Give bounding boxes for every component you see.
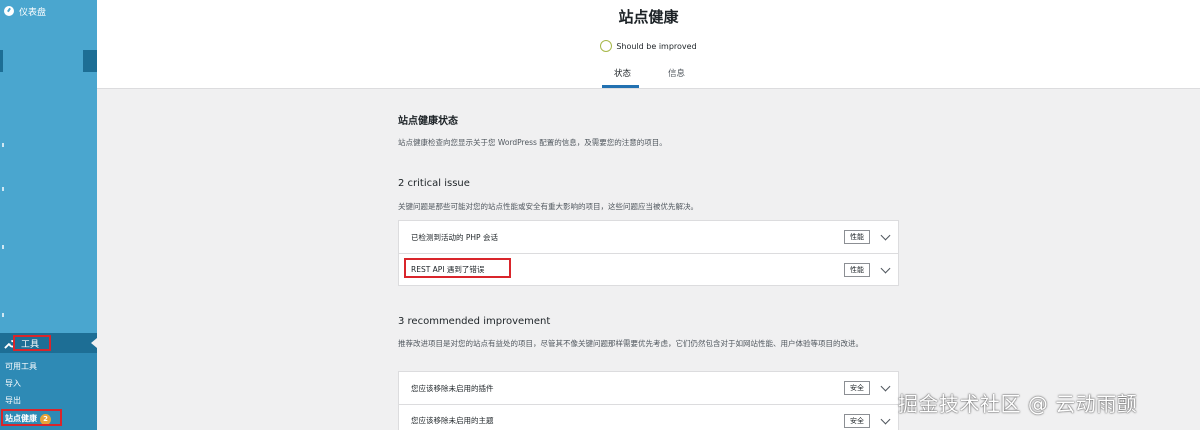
sidebar-collapsed-mark — [2, 245, 4, 249]
improvement-row-themes[interactable]: 您应该移除未启用的主题 安全 — [399, 404, 898, 430]
submenu-item-export[interactable]: 导出 — [5, 395, 21, 406]
submenu-item-available-tools[interactable]: 可用工具 — [5, 361, 37, 372]
chevron-down-icon[interactable] — [880, 230, 891, 241]
critical-issues-description: 关键问题是那些可能对您的站点性能或安全有重大影响的项目，这些问题应当被优先解决。 — [398, 202, 698, 211]
page-title: 站点健康 — [618, 8, 679, 26]
sidebar-collapsed-mark — [2, 187, 4, 191]
chevron-down-icon[interactable] — [880, 263, 891, 274]
recommended-list: 您应该移除未启用的插件 安全 您应该移除未启用的主题 安全 — [398, 371, 899, 430]
site-health-header: 站点健康 Should be improved 状态 信息 — [97, 0, 1200, 89]
recommended-description: 推荐改进项目是对您的站点有益处的项目，尽管其不像关键问题那样需要优先考虑，它们仍… — [398, 339, 863, 348]
admin-sidebar: 仪表盘 工具 可用工具 导入 导出 站点健康 2 — [0, 0, 97, 430]
sidebar-collapsed-mark — [2, 313, 4, 317]
highlight-box-tools — [13, 335, 51, 351]
issue-tag: 性能 — [844, 230, 870, 244]
sidebar-collapsed-mark — [2, 143, 4, 147]
sidebar-highlight-block — [83, 50, 97, 72]
recommended-title: 3 recommended improvement — [398, 316, 551, 327]
status-text: Should be improved — [616, 41, 697, 51]
improvement-label: 您应该移除未启用的插件 — [411, 383, 494, 393]
critical-issues-title: 2 critical issue — [398, 178, 470, 189]
improvement-row-plugins[interactable]: 您应该移除未启用的插件 安全 — [399, 372, 898, 404]
improvement-tag: 安全 — [844, 381, 870, 395]
section-description: 站点健康检查向您显示关于您 WordPress 配置的信息，及需要您的注意的项目… — [398, 138, 667, 147]
chevron-down-icon[interactable] — [880, 381, 891, 392]
tab-status[interactable]: 状态 — [614, 67, 631, 79]
highlight-box-site-health — [1, 409, 62, 426]
chevron-down-icon[interactable] — [880, 414, 891, 425]
issue-row-php-session[interactable]: 已检测到活动的 PHP 会话 性能 — [399, 221, 898, 253]
sidebar-item-label: 仪表盘 — [19, 7, 47, 18]
status-circle-icon — [600, 40, 613, 52]
active-arrow-icon — [91, 338, 97, 348]
tab-info[interactable]: 信息 — [668, 67, 685, 79]
section-title: 站点健康状态 — [398, 116, 458, 127]
active-tab-indicator — [602, 85, 639, 88]
improvement-label: 您应该移除未启用的主题 — [411, 416, 494, 425]
sidebar-item-dashboard[interactable]: 仪表盘 — [0, 0, 97, 22]
sidebar-highlight-strip — [0, 50, 3, 72]
highlight-box-rest-api — [404, 258, 511, 278]
health-status: Should be improved — [97, 40, 1200, 52]
improvement-tag: 安全 — [844, 414, 870, 428]
issue-tag: 性能 — [844, 263, 870, 277]
issue-label: 已检测到活动的 PHP 会话 — [411, 232, 498, 242]
dashboard-icon — [4, 6, 14, 16]
submenu-item-import[interactable]: 导入 — [5, 378, 21, 389]
watermark: 掘金技术社区 @ 云动雨颤 — [898, 392, 1138, 416]
